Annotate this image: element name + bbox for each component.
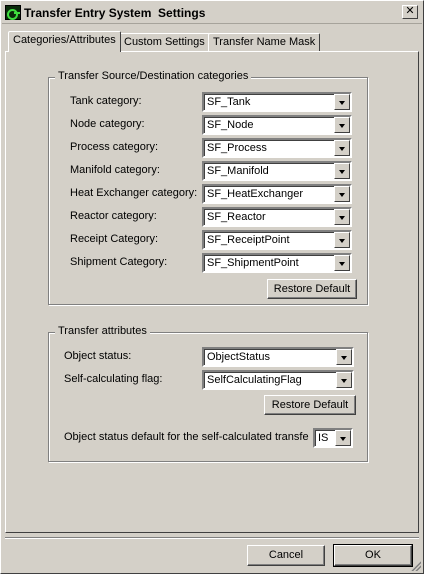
tab-label: Categories/Attributes: [13, 34, 116, 46]
chevron-down-icon[interactable]: [334, 186, 350, 202]
heat-exchanger-category-label: Heat Exchanger category:: [70, 187, 198, 199]
close-button[interactable]: ✕: [402, 5, 418, 19]
combo-value: SF_HeatExchanger: [207, 188, 303, 200]
object-status-default-select[interactable]: IS: [313, 428, 353, 448]
combo-value: SF_ReceiptPoint: [207, 234, 290, 246]
node-category-label: Node category:: [70, 118, 145, 130]
object-status-default-label: Object status default for the self-calcu…: [64, 431, 309, 443]
combo-value: SF_Tank: [207, 96, 251, 108]
footer-separator: [5, 537, 419, 539]
self-calculating-flag-label: Self-calculating flag:: [64, 373, 163, 385]
close-icon: ✕: [405, 5, 415, 17]
tank-category-select[interactable]: SF_Tank: [202, 92, 352, 112]
chevron-down-icon[interactable]: [336, 349, 352, 365]
combo-value: ObjectStatus: [207, 351, 270, 363]
combo-value: SF_Manifold: [207, 165, 269, 177]
button-label: Cancel: [268, 549, 304, 561]
manifold-category-select[interactable]: SF_Manifold: [202, 161, 352, 181]
receipt-category-select[interactable]: SF_ReceiptPoint: [202, 230, 352, 250]
tab-transfer-name-mask[interactable]: Transfer Name Mask: [208, 33, 321, 52]
tab-panel-categories-attributes: Transfer Source/Destination categories T…: [5, 51, 419, 533]
tab-custom-settings[interactable]: Custom Settings: [119, 33, 210, 52]
resize-grip-icon[interactable]: [409, 559, 421, 571]
tab-categories-attributes[interactable]: Categories/Attributes: [8, 31, 121, 52]
combo-value: SF_Node: [207, 119, 254, 131]
window-title: Transfer Entry System Settings: [24, 6, 206, 20]
chevron-down-icon[interactable]: [334, 232, 350, 248]
combo-value: SelfCalculatingFlag: [207, 374, 302, 386]
transfer-attributes-groupbox: Transfer attributes Object status: Objec…: [48, 325, 368, 462]
reactor-category-select[interactable]: SF_Reactor: [202, 207, 352, 227]
combo-value: SF_Reactor: [207, 211, 266, 223]
restore-default-categories-button[interactable]: Restore Default: [267, 279, 357, 299]
restore-default-attributes-button[interactable]: Restore Default: [264, 395, 356, 415]
chevron-down-icon[interactable]: [334, 140, 350, 156]
tab-label: Transfer Name Mask: [213, 36, 316, 48]
title-bar[interactable]: Transfer Entry System Settings ✕: [2, 2, 422, 24]
button-label: Restore Default: [271, 399, 349, 411]
receipt-category-label: Receipt Category:: [70, 233, 159, 245]
combo-value: SF_Process: [207, 142, 267, 154]
button-label: OK: [365, 549, 381, 561]
chevron-down-icon[interactable]: [334, 117, 350, 133]
group-legend: Transfer attributes: [55, 325, 150, 337]
shipment-category-select[interactable]: SF_ShipmentPoint: [202, 253, 352, 273]
chevron-down-icon[interactable]: [336, 372, 352, 388]
chevron-down-icon[interactable]: [334, 255, 350, 271]
self-calculating-flag-select[interactable]: SelfCalculatingFlag: [202, 370, 354, 390]
node-category-select[interactable]: SF_Node: [202, 115, 352, 135]
shipment-category-label: Shipment Category:: [70, 256, 168, 268]
chevron-down-icon[interactable]: [335, 430, 351, 446]
reactor-category-label: Reactor category:: [70, 210, 157, 222]
source-destination-groupbox: Transfer Source/Destination categories T…: [48, 70, 368, 305]
chevron-down-icon[interactable]: [334, 209, 350, 225]
process-category-label: Process category:: [70, 141, 159, 153]
button-label: Restore Default: [273, 283, 351, 295]
heat-exchanger-category-select[interactable]: SF_HeatExchanger: [202, 184, 352, 204]
manifold-category-label: Manifold category:: [70, 164, 160, 176]
process-category-select[interactable]: SF_Process: [202, 138, 352, 158]
object-status-select[interactable]: ObjectStatus: [202, 347, 354, 367]
chevron-down-icon[interactable]: [334, 94, 350, 110]
combo-value: IS: [318, 432, 329, 444]
tab-label: Custom Settings: [124, 36, 205, 48]
tank-category-label: Tank category:: [70, 95, 142, 107]
ok-button[interactable]: OK: [333, 544, 413, 567]
group-legend: Transfer Source/Destination categories: [55, 70, 252, 82]
settings-dialog: Transfer Entry System Settings ✕ Categor…: [0, 0, 424, 574]
app-icon: [5, 5, 21, 20]
object-status-label: Object status:: [64, 350, 132, 362]
combo-value: SF_ShipmentPoint: [207, 257, 299, 269]
cancel-button[interactable]: Cancel: [247, 545, 325, 566]
chevron-down-icon[interactable]: [334, 163, 350, 179]
